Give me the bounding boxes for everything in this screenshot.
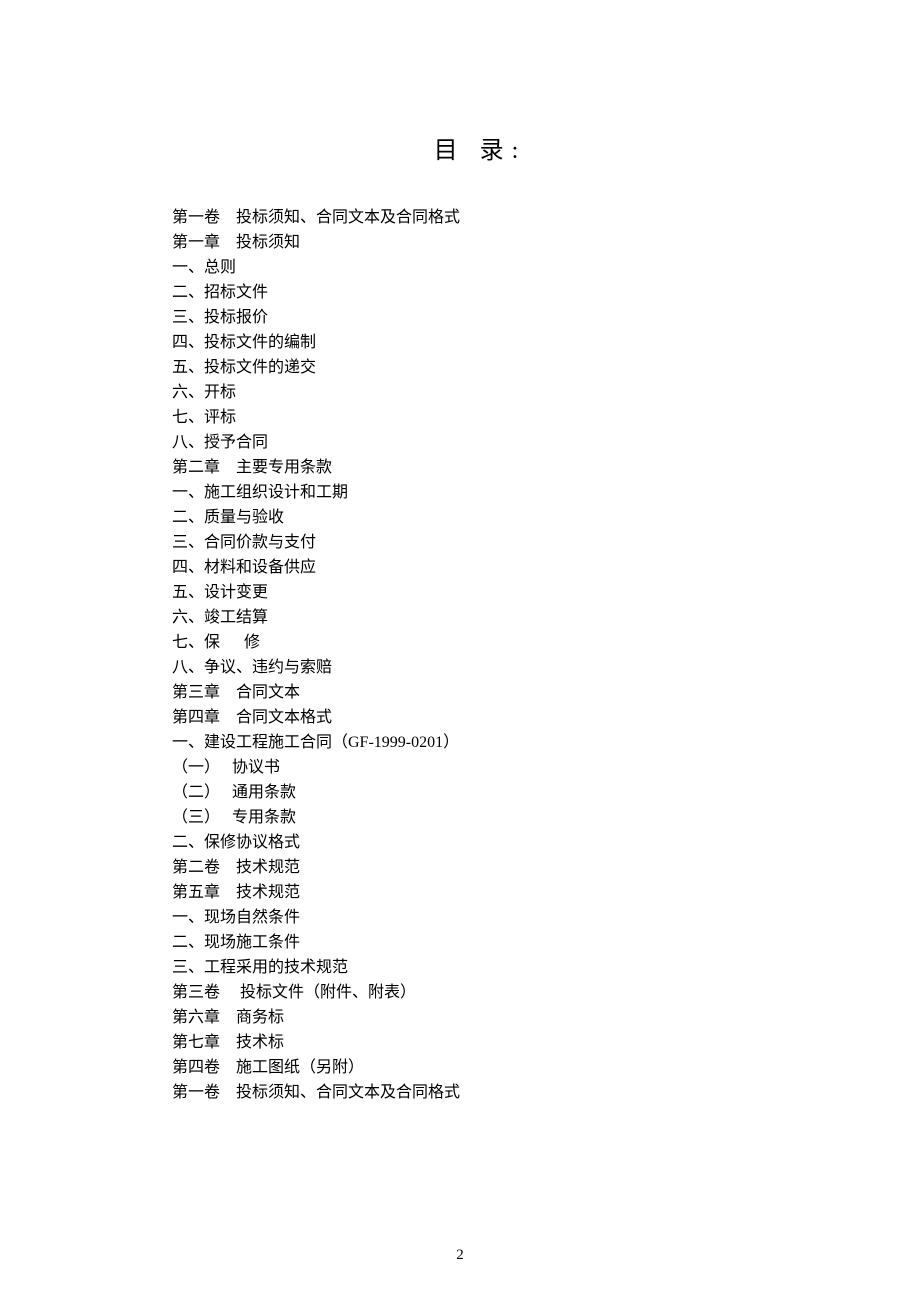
toc-item: 第一章 投标须知 xyxy=(172,230,920,255)
toc-item: 第五章 技术规范 xyxy=(172,880,920,905)
toc-item: 一、现场自然条件 xyxy=(172,905,920,930)
toc-item: 第二章 主要专用条款 xyxy=(172,455,920,480)
toc-item: 第六章 商务标 xyxy=(172,1005,920,1030)
toc-item: 第三章 合同文本 xyxy=(172,680,920,705)
toc-title: 目 录: xyxy=(0,130,920,165)
toc-item: 一、施工组织设计和工期 xyxy=(172,480,920,505)
toc-item: 第三卷 投标文件（附件、附表） xyxy=(172,980,920,1005)
toc-item: 八、争议、违约与索赔 xyxy=(172,655,920,680)
page-number: 2 xyxy=(0,1247,920,1264)
toc-item: 二、保修协议格式 xyxy=(172,830,920,855)
toc-item: 第四章 合同文本格式 xyxy=(172,705,920,730)
toc-item: 七、保 修 xyxy=(172,630,920,655)
toc-item: 二、质量与验收 xyxy=(172,505,920,530)
toc-list: 第一卷 投标须知、合同文本及合同格式 第一章 投标须知 一、总则 二、招标文件 … xyxy=(0,205,920,1105)
toc-item: 三、工程采用的技术规范 xyxy=(172,955,920,980)
toc-item: 七、评标 xyxy=(172,405,920,430)
toc-item: 五、设计变更 xyxy=(172,580,920,605)
toc-item: 一、建设工程施工合同（GF-1999-0201） xyxy=(172,730,920,755)
toc-item: 六、开标 xyxy=(172,380,920,405)
toc-item: （二） 通用条款 xyxy=(172,780,920,805)
toc-item: 八、授予合同 xyxy=(172,430,920,455)
toc-item: 二、招标文件 xyxy=(172,280,920,305)
toc-item: 第四卷 施工图纸（另附） xyxy=(172,1055,920,1080)
toc-item: 三、投标报价 xyxy=(172,305,920,330)
toc-item: 第二卷 技术规范 xyxy=(172,855,920,880)
toc-item: 六、竣工结算 xyxy=(172,605,920,630)
toc-item: 一、总则 xyxy=(172,255,920,280)
toc-item: 三、合同价款与支付 xyxy=(172,530,920,555)
toc-item: 第一卷 投标须知、合同文本及合同格式 xyxy=(172,205,920,230)
toc-item: 五、投标文件的递交 xyxy=(172,355,920,380)
document-page: 目 录: 第一卷 投标须知、合同文本及合同格式 第一章 投标须知 一、总则 二、… xyxy=(0,0,920,1105)
toc-item: 第七章 技术标 xyxy=(172,1030,920,1055)
toc-item: 二、现场施工条件 xyxy=(172,930,920,955)
toc-item: 四、材料和设备供应 xyxy=(172,555,920,580)
toc-item: 第一卷 投标须知、合同文本及合同格式 xyxy=(172,1080,920,1105)
toc-item: 四、投标文件的编制 xyxy=(172,330,920,355)
toc-item: （一） 协议书 xyxy=(172,755,920,780)
toc-item: （三） 专用条款 xyxy=(172,805,920,830)
